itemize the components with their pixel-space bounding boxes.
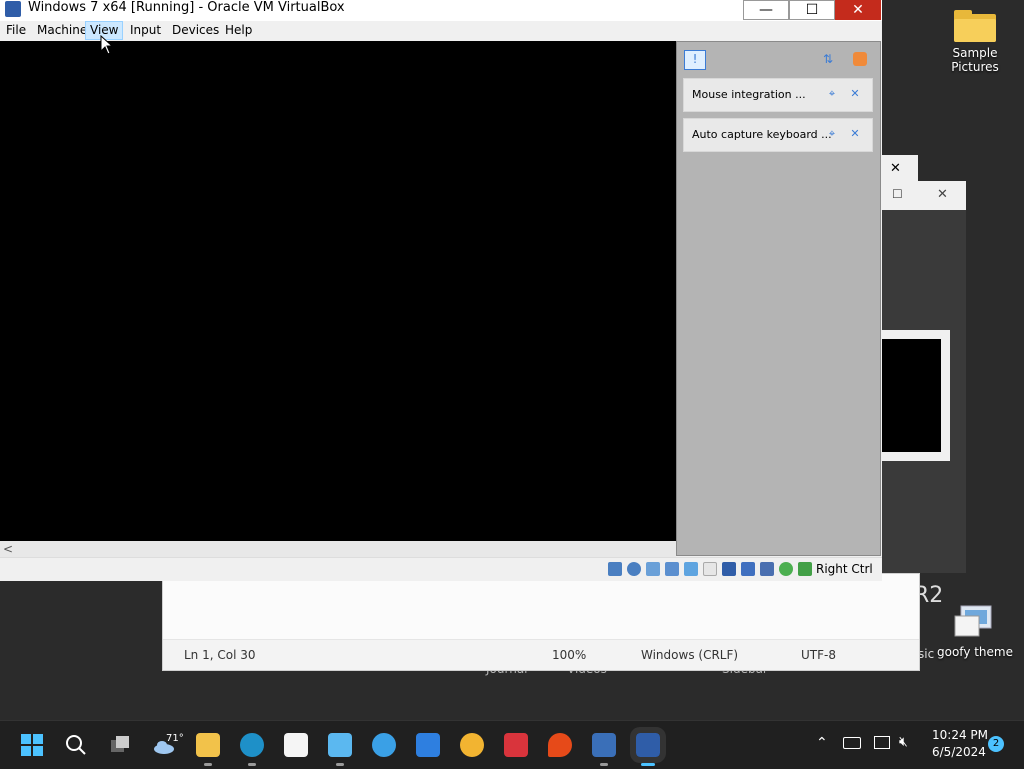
clock-date[interactable]: 6/5/2024	[932, 745, 986, 759]
minimize-button[interactable]: —	[743, 0, 789, 20]
vm-statusbar: Right Ctrl	[0, 557, 882, 581]
line-ending: Windows (CRLF)	[641, 648, 739, 662]
notification-center-icon[interactable]: !	[684, 50, 706, 70]
edge-browser-icon[interactable]	[240, 733, 264, 757]
host-key-label[interactable]: Right Ctrl	[816, 562, 873, 576]
pin-icon[interactable]: ⌖	[826, 88, 838, 100]
running-indicator	[600, 763, 608, 766]
background-window-preview	[882, 330, 950, 461]
microsoft-store-icon[interactable]	[284, 733, 308, 757]
news-icon[interactable]	[504, 733, 528, 757]
chevron-up-icon[interactable]: ⌃	[816, 735, 828, 751]
cpu-icon[interactable]	[760, 562, 774, 576]
running-indicator	[248, 763, 256, 766]
network-icon[interactable]	[665, 562, 679, 576]
search-icon[interactable]	[64, 733, 88, 757]
desktop-icon-label: goofy theme	[937, 645, 1013, 659]
virtualbox-window[interactable]: Windows 7 x64 [Running] - Oracle VM Virt…	[0, 0, 882, 581]
start-button-icon[interactable]	[20, 733, 44, 757]
menu-input[interactable]: Input	[126, 22, 165, 39]
volume-muted-icon[interactable]: 🔇︎	[899, 734, 908, 750]
menu-bar: File Machine View Input Devices Help	[0, 21, 882, 41]
virtualbox-vm-icon[interactable]	[630, 727, 666, 763]
menu-machine[interactable]: Machine	[33, 22, 91, 39]
clock-time[interactable]: 10:24 PM	[932, 728, 988, 742]
folder-icon	[954, 10, 996, 42]
zoom-level: 100%	[552, 648, 587, 662]
mouse-cursor-icon	[100, 35, 114, 55]
mouse-integration-icon[interactable]	[779, 562, 793, 576]
notepad-window[interactable]: Ln 1, Col 30 100% Windows (CRLF) UTF-8	[162, 573, 920, 671]
notification-center: ! ⇅ Mouse integration ... ⌖ ✕ Auto captu…	[676, 41, 881, 556]
running-indicator	[204, 763, 212, 766]
window-title: Windows 7 x64 [Running] - Oracle VM Virt…	[28, 0, 345, 15]
vm-display[interactable]	[0, 41, 676, 541]
notification-text: Auto capture keyboard ...	[692, 128, 832, 141]
shared-folders-icon[interactable]	[703, 562, 717, 576]
window-titlebar[interactable]: Windows 7 x64 [Running] - Oracle VM Virt…	[0, 0, 882, 21]
menu-help[interactable]: Help	[221, 22, 256, 39]
notification-badge[interactable]: 2	[988, 736, 1004, 752]
virtualbox-manager-icon[interactable]	[592, 733, 616, 757]
running-indicator	[336, 763, 344, 766]
notification-text: Mouse integration ...	[692, 88, 806, 101]
menu-devices[interactable]: Devices	[168, 22, 223, 39]
desktop-icon-goofy-theme[interactable]: goofy theme	[937, 604, 1013, 659]
keyboard-capture-icon[interactable]	[798, 562, 812, 576]
pin-icon[interactable]: ⌖	[826, 128, 838, 140]
menu-file[interactable]: File	[2, 22, 30, 39]
background-window-2[interactable]: ☐ ✕	[882, 181, 966, 573]
close-icon[interactable]: ✕	[890, 161, 901, 176]
hard-disk-icon[interactable]	[608, 562, 622, 576]
notepad-statusbar: Ln 1, Col 30 100% Windows (CRLF) UTF-8	[163, 639, 919, 670]
weather-widget-icon[interactable]: 71°	[152, 733, 184, 757]
close-icon[interactable]: ✕	[937, 187, 948, 202]
active-indicator	[641, 763, 655, 766]
keyboard-icon[interactable]	[843, 737, 861, 749]
taskbar: 71° ⌃ 🔇︎	[0, 720, 1024, 769]
calendar-icon[interactable]	[416, 733, 440, 757]
display-icon[interactable]	[874, 736, 890, 749]
weather-app-icon[interactable]	[460, 733, 484, 757]
dismiss-icon[interactable]: ✕	[849, 88, 861, 100]
virtualbox-app-icon	[5, 1, 21, 17]
task-view-icon[interactable]	[108, 733, 132, 757]
encoding: UTF-8	[801, 648, 836, 662]
usb-icon[interactable]	[684, 562, 698, 576]
close-button[interactable]: ✕	[835, 0, 881, 20]
theme-file-icon	[954, 605, 992, 637]
notification-mouse-integration[interactable]: Mouse integration ... ⌖ ✕	[683, 78, 873, 112]
clear-all-icon[interactable]	[853, 52, 867, 66]
display-icon[interactable]	[722, 562, 736, 576]
notification-auto-capture-keyboard[interactable]: Auto capture keyboard ... ⌖ ✕	[683, 118, 873, 152]
file-explorer-icon[interactable]	[196, 733, 220, 757]
cursor-position: Ln 1, Col 30	[184, 648, 256, 662]
optical-drive-icon[interactable]	[627, 562, 641, 576]
recording-icon[interactable]	[741, 562, 755, 576]
maximize-icon[interactable]: ☐	[892, 187, 903, 201]
behind-text-sic: sic	[918, 647, 935, 661]
maximize-button[interactable]: ☐	[789, 0, 835, 20]
desktop-icon-sample-pictures[interactable]: Sample Pictures	[937, 10, 1013, 74]
maps-icon[interactable]	[548, 733, 572, 757]
scroll-left-icon[interactable]: <	[3, 541, 13, 557]
paint-icon[interactable]	[372, 733, 396, 757]
dismiss-icon[interactable]: ✕	[849, 128, 861, 140]
horizontal-scrollbar[interactable]: <	[0, 541, 676, 557]
desktop-icon-label: Sample Pictures	[951, 46, 999, 74]
notepad-icon[interactable]	[328, 733, 352, 757]
sort-icon[interactable]: ⇅	[823, 52, 837, 66]
audio-icon[interactable]	[646, 562, 660, 576]
weather-temperature: 71°	[166, 733, 184, 744]
background-window-titlebar: ☐ ✕	[882, 181, 966, 210]
background-window-1[interactable]: ✕	[882, 155, 918, 182]
